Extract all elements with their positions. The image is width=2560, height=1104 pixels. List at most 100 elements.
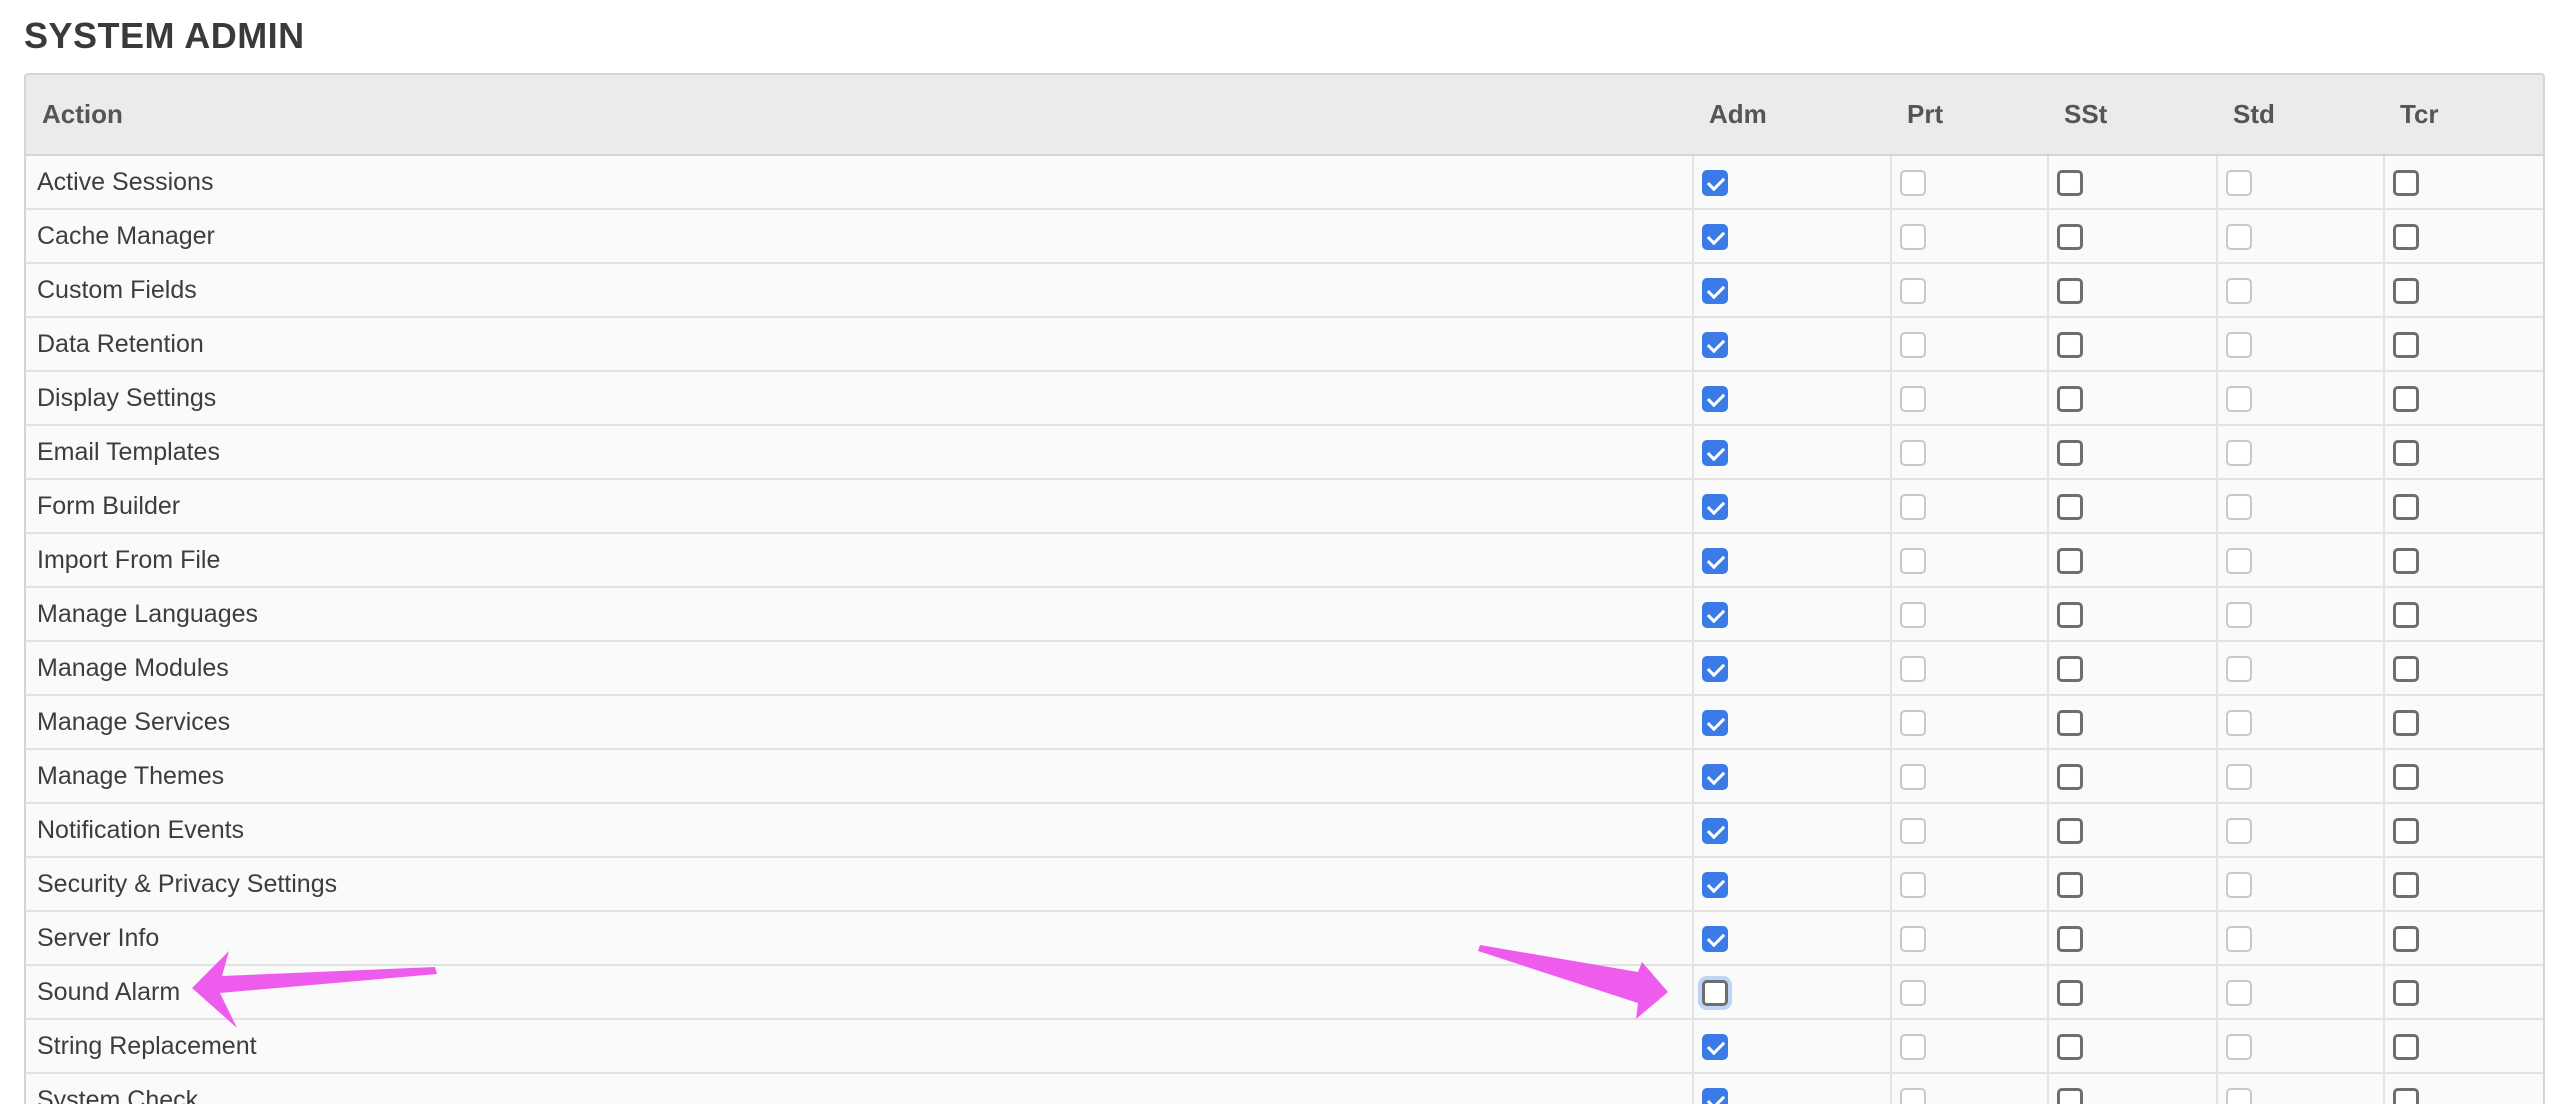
tcr-permission-checkbox[interactable] [2393,277,2419,304]
adm-permission-checkbox[interactable] [1702,979,1728,1006]
permission-cell-std [2216,317,2384,372]
tcr-permission-checkbox[interactable] [2393,493,2419,520]
permission-cell-std [2216,209,2384,264]
sst-permission-checkbox[interactable] [2057,169,2083,196]
permission-cell-adm [1692,857,1891,912]
action-label: Sound Alarm [26,965,1693,1020]
adm-permission-checkbox[interactable] [1702,1033,1728,1060]
permission-cell-prt [1890,209,2048,264]
prt-permission-checkbox [1900,1033,1926,1060]
adm-permission-checkbox[interactable] [1702,169,1728,196]
table-row: Sound Alarm [26,965,2543,1020]
tcr-permission-checkbox[interactable] [2393,655,2419,682]
sst-permission-checkbox[interactable] [2057,763,2083,790]
sst-permission-checkbox[interactable] [2057,1087,2083,1104]
permission-cell-tcr [2383,317,2543,372]
tcr-permission-checkbox[interactable] [2393,1087,2419,1104]
column-header-std: Std [2217,75,2384,156]
permission-cell-prt [1890,479,2048,534]
permission-cell-prt [1890,1073,2048,1104]
permission-cell-sst [2047,371,2217,426]
sst-permission-checkbox[interactable] [2057,1033,2083,1060]
adm-permission-checkbox[interactable] [1702,763,1728,790]
adm-permission-checkbox[interactable] [1702,331,1728,358]
prt-permission-checkbox [1900,763,1926,790]
tcr-permission-checkbox[interactable] [2393,925,2419,952]
permission-cell-std [2216,371,2384,426]
adm-permission-checkbox[interactable] [1702,925,1728,952]
permission-cell-sst [2047,479,2217,534]
permission-cell-std [2216,155,2384,210]
permission-cell-std [2216,695,2384,750]
permission-cell-prt [1890,695,2048,750]
adm-permission-checkbox[interactable] [1702,439,1728,466]
permission-cell-prt [1890,317,2048,372]
prt-permission-checkbox [1900,655,1926,682]
permission-cell-prt [1890,857,2048,912]
permission-cell-tcr [2383,155,2543,210]
sst-permission-checkbox[interactable] [2057,493,2083,520]
sst-permission-checkbox[interactable] [2057,979,2083,1006]
tcr-permission-checkbox[interactable] [2393,385,2419,412]
permission-cell-sst [2047,317,2217,372]
adm-permission-checkbox[interactable] [1702,223,1728,250]
adm-permission-checkbox[interactable] [1702,709,1728,736]
adm-permission-checkbox[interactable] [1702,1087,1728,1104]
sst-permission-checkbox[interactable] [2057,709,2083,736]
permission-cell-prt [1890,1019,2048,1074]
action-label: Email Templates [26,425,1693,480]
adm-permission-checkbox[interactable] [1702,817,1728,844]
adm-permission-checkbox[interactable] [1702,601,1728,628]
permission-cell-sst [2047,1073,2217,1104]
adm-permission-checkbox[interactable] [1702,655,1728,682]
prt-permission-checkbox [1900,979,1926,1006]
tcr-permission-checkbox[interactable] [2393,709,2419,736]
sst-permission-checkbox[interactable] [2057,925,2083,952]
tcr-permission-checkbox[interactable] [2393,169,2419,196]
tcr-permission-checkbox[interactable] [2393,223,2419,250]
action-label: Manage Themes [26,749,1693,804]
permission-cell-adm [1692,1073,1891,1104]
tcr-permission-checkbox[interactable] [2393,331,2419,358]
permission-cell-tcr [2383,965,2543,1020]
permission-cell-adm [1692,803,1891,858]
column-header-action: Action [26,75,1693,156]
permission-cell-prt [1890,965,2048,1020]
permission-cell-std [2216,425,2384,480]
tcr-permission-checkbox[interactable] [2393,601,2419,628]
tcr-permission-checkbox[interactable] [2393,439,2419,466]
permission-cell-prt [1890,263,2048,318]
sst-permission-checkbox[interactable] [2057,223,2083,250]
permission-cell-prt [1890,641,2048,696]
tcr-permission-checkbox[interactable] [2393,817,2419,844]
sst-permission-checkbox[interactable] [2057,385,2083,412]
sst-permission-checkbox[interactable] [2057,439,2083,466]
sst-permission-checkbox[interactable] [2057,277,2083,304]
sst-permission-checkbox[interactable] [2057,655,2083,682]
sst-permission-checkbox[interactable] [2057,547,2083,574]
adm-permission-checkbox[interactable] [1702,385,1728,412]
tcr-permission-checkbox[interactable] [2393,871,2419,898]
adm-permission-checkbox[interactable] [1702,277,1728,304]
adm-permission-checkbox[interactable] [1702,547,1728,574]
prt-permission-checkbox [1900,277,1926,304]
permission-cell-sst [2047,749,2217,804]
tcr-permission-checkbox[interactable] [2393,763,2419,790]
table-row: System Check [26,1073,2543,1104]
permission-cell-tcr [2383,803,2543,858]
tcr-permission-checkbox[interactable] [2393,979,2419,1006]
permission-cell-adm [1692,1019,1891,1074]
sst-permission-checkbox[interactable] [2057,601,2083,628]
tcr-permission-checkbox[interactable] [2393,1033,2419,1060]
tcr-permission-checkbox[interactable] [2393,547,2419,574]
column-header-sst: SSt [2048,75,2217,156]
std-permission-checkbox [2226,763,2252,790]
sst-permission-checkbox[interactable] [2057,871,2083,898]
permission-cell-prt [1890,749,2048,804]
action-label: Notification Events [26,803,1693,858]
adm-permission-checkbox[interactable] [1702,493,1728,520]
adm-permission-checkbox[interactable] [1702,871,1728,898]
sst-permission-checkbox[interactable] [2057,817,2083,844]
sst-permission-checkbox[interactable] [2057,331,2083,358]
permission-cell-tcr [2383,911,2543,966]
